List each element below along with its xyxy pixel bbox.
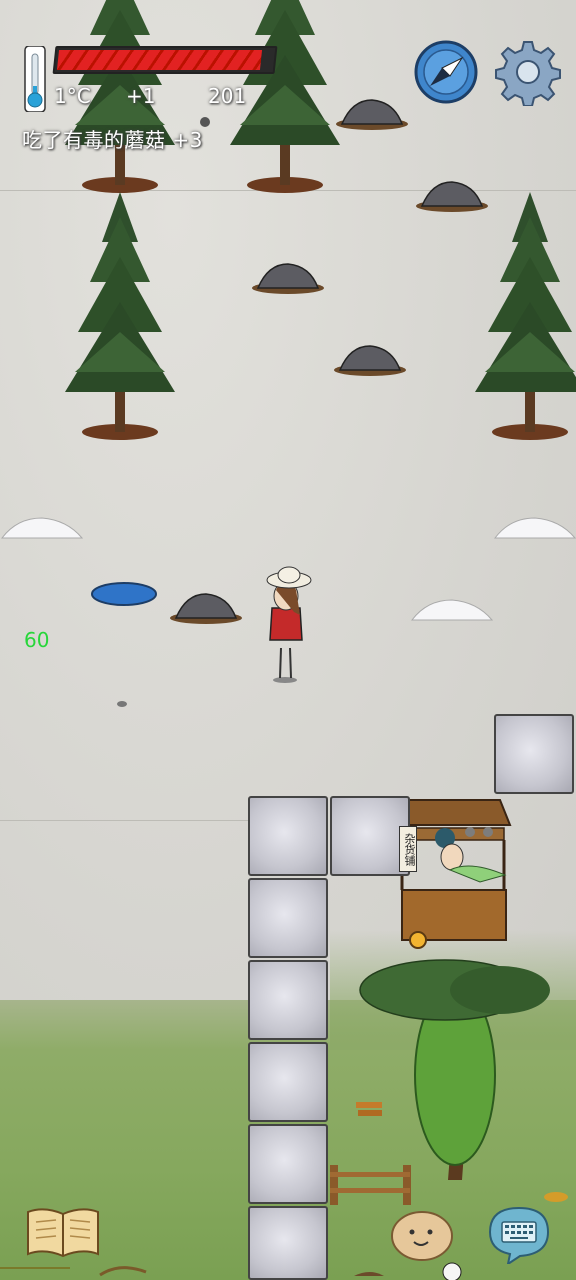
rock [251, 263, 325, 295]
stone-floor-tile [248, 796, 328, 876]
day-counter: 201 [208, 84, 247, 108]
player-character [266, 566, 312, 683]
skull [442, 1262, 462, 1280]
pine-tree [475, 192, 576, 440]
rock [335, 99, 409, 131]
snow-pile [494, 517, 576, 539]
stone-floor-tile [330, 796, 410, 876]
fps-counter: 60 [24, 628, 50, 652]
pebble [117, 701, 127, 707]
big-tree [359, 959, 550, 1180]
pine-tree [230, 0, 340, 193]
pine-tree [65, 192, 175, 440]
wooden-fence [330, 1165, 411, 1205]
health-bar-fill [56, 50, 263, 70]
gear-icon[interactable] [494, 38, 562, 107]
bowl [354, 1272, 384, 1276]
mushroom [544, 1192, 568, 1202]
health-bar [52, 46, 278, 74]
rock [333, 345, 407, 377]
stone-floor-tile [248, 1206, 328, 1280]
stone-floor-tile [494, 714, 574, 794]
shop-stall [393, 799, 512, 949]
book-icon[interactable] [24, 1204, 102, 1260]
stick [99, 1266, 147, 1277]
keyboard-icon[interactable] [486, 1204, 552, 1267]
ice-hole [91, 582, 157, 606]
rock [415, 181, 489, 213]
temperature-readout: 1°C [54, 84, 91, 108]
stone-floor-tile [248, 1042, 328, 1122]
stone-floor-tile [248, 1124, 328, 1204]
temperature-change: +1 [126, 84, 156, 108]
stone-floor-tile [248, 960, 328, 1040]
thermometer-icon [22, 45, 48, 113]
face-icon[interactable] [390, 1208, 454, 1262]
snow-pile [1, 517, 83, 539]
wood-pile [356, 1102, 382, 1108]
status-message: 吃了有毒的蘑菇 +3 [22, 128, 203, 152]
compass-icon[interactable] [414, 40, 478, 104]
shop-sign[interactable]: 杂货铺 [399, 826, 417, 872]
snow-pile [411, 599, 493, 621]
rock [169, 593, 243, 625]
stone-floor-tile [248, 878, 328, 958]
game-world[interactable]: 杂货铺 [0, 0, 576, 1280]
